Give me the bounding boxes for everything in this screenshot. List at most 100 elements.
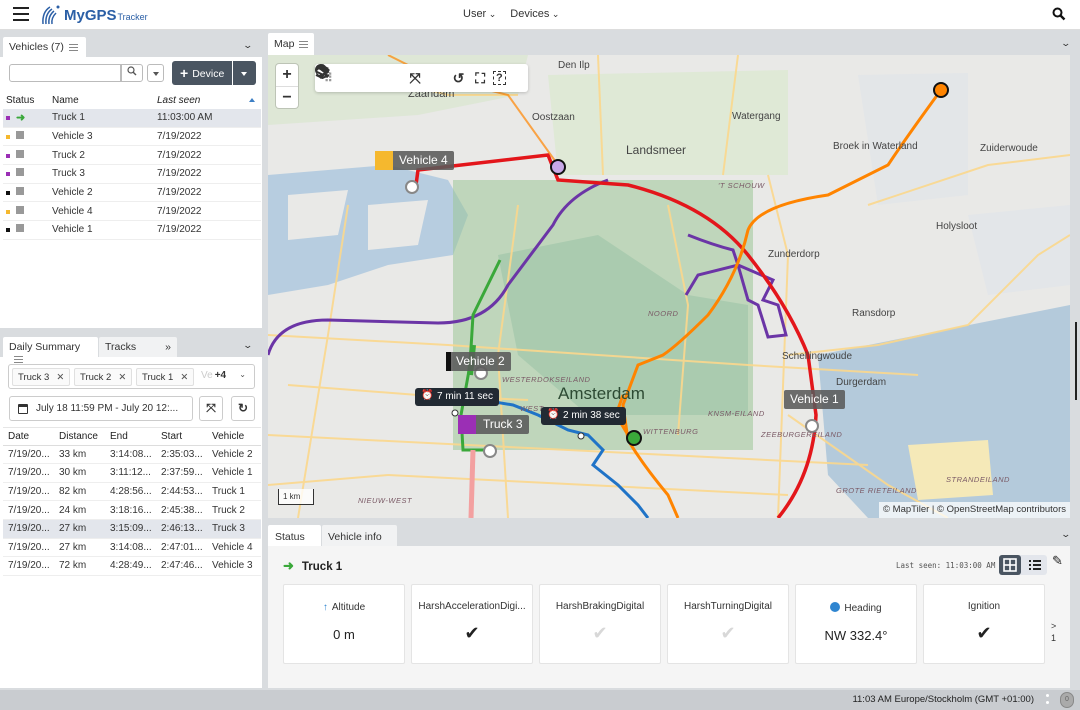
col-end[interactable]: End bbox=[105, 431, 156, 442]
menu-user[interactable]: User bbox=[463, 8, 496, 20]
app-logo[interactable]: MyGPS Tracker bbox=[40, 3, 148, 27]
vehicle-row[interactable]: ➜ Truck 1 11:03:00 AM bbox=[3, 109, 261, 128]
tab-tracks[interactable]: Tracks » bbox=[99, 337, 177, 357]
vehicle-row[interactable]: Vehicle 3 7/19/2022 bbox=[3, 128, 261, 147]
col-status[interactable]: Status bbox=[5, 95, 52, 106]
marker-orange[interactable] bbox=[933, 82, 949, 98]
tab-menu-icon[interactable] bbox=[14, 355, 23, 363]
cell-vehicle: Truck 2 bbox=[212, 504, 245, 516]
hamburger-menu-icon[interactable] bbox=[13, 7, 29, 21]
district-nieuw-west: NIEUW-WEST bbox=[358, 496, 413, 505]
tab-vehicles[interactable]: Vehicles (7) bbox=[3, 37, 86, 57]
last-seen-text: Last seen: 11:03:00 AM bbox=[896, 561, 996, 570]
col-last-seen[interactable]: Last seen bbox=[157, 95, 261, 106]
tab-menu-icon[interactable] bbox=[299, 40, 309, 48]
search-icon[interactable] bbox=[1052, 7, 1066, 21]
tab-map-label: Map bbox=[274, 38, 295, 50]
menu-devices[interactable]: Devices bbox=[510, 8, 559, 20]
map-label-vehicle-4[interactable]: Vehicle 4 bbox=[375, 151, 454, 170]
vehicle-row[interactable]: Vehicle 4 7/19/2022 bbox=[3, 202, 261, 222]
daily-summary-row[interactable]: 7/19/20... 72 km 4:28:49... 2:47:46... Vehic… bbox=[3, 557, 261, 576]
map-attribution[interactable]: © MapTiler | © OpenStreetMap contributor… bbox=[879, 502, 1070, 518]
add-device-dropdown[interactable] bbox=[233, 61, 256, 85]
map-label-vehicle-1[interactable]: Vehicle 1 bbox=[784, 390, 845, 409]
daily-summary-row[interactable]: 7/19/20... 33 km 3:14:08... 2:35:03... Vehic… bbox=[3, 446, 261, 465]
grid-view-button[interactable] bbox=[999, 555, 1021, 575]
col-date[interactable]: Date bbox=[3, 431, 54, 442]
page-scrollbar[interactable] bbox=[1075, 322, 1077, 400]
tab-status[interactable]: Status bbox=[268, 525, 321, 546]
fit-map-button[interactable]: ⤧ bbox=[199, 396, 223, 421]
district-noord: NOORD bbox=[648, 309, 679, 318]
col-name[interactable]: Name bbox=[52, 95, 157, 106]
marker-purple[interactable] bbox=[550, 159, 566, 175]
fullscreen-icon[interactable]: ⛶ bbox=[471, 69, 490, 88]
col-start[interactable]: Start bbox=[156, 431, 207, 442]
tab-vehicle-info[interactable]: Vehicle info bbox=[322, 525, 397, 546]
chevron-down-icon[interactable]: ⌄ bbox=[243, 340, 254, 351]
select-help-icon[interactable]: ? bbox=[492, 71, 507, 85]
fit-bounds-icon[interactable]: ⤧ bbox=[406, 69, 425, 88]
chevron-down-icon[interactable]: ⌄ bbox=[1061, 38, 1072, 49]
chevron-down-icon[interactable]: ⌄ bbox=[1061, 529, 1072, 540]
filter-dropdown-button[interactable] bbox=[147, 64, 164, 82]
tab-menu-icon[interactable] bbox=[68, 43, 78, 51]
more-options-icon[interactable] bbox=[1046, 694, 1050, 706]
more-tabs-icon[interactable]: » bbox=[165, 341, 171, 353]
daily-summary-row[interactable]: 7/19/20... 82 km 4:28:56... 2:44:53... Truck… bbox=[3, 483, 261, 502]
status-card-ignition: Ignition ✔ bbox=[923, 584, 1045, 664]
vehicle-row[interactable]: Vehicle 1 7/19/2022 bbox=[3, 221, 261, 240]
daily-summary-row[interactable]: 7/19/20... 27 km 3:14:08... 2:47:01... Vehic… bbox=[3, 539, 261, 558]
cell-end: 3:14:08... bbox=[110, 541, 152, 553]
refresh-button[interactable]: ↻ bbox=[231, 396, 255, 421]
add-device-button[interactable]: + Device bbox=[172, 61, 232, 85]
chevron-down-icon[interactable]: ⌄ bbox=[239, 370, 246, 379]
layers-icon[interactable] bbox=[315, 65, 528, 88]
notifications-badge[interactable]: 0 bbox=[1060, 692, 1074, 708]
marker-truck-1[interactable] bbox=[626, 430, 642, 446]
daily-summary-row[interactable]: 7/19/20... 27 km 3:15:09... 2:46:13... Truck… bbox=[3, 519, 261, 539]
remove-chip-icon[interactable]: ✕ bbox=[180, 372, 188, 383]
eraser-icon[interactable] bbox=[315, 64, 446, 88]
map-canvas[interactable]: Zaandam Oostzaan Den Ilp Watergang Lands… bbox=[268, 55, 1070, 518]
chevron-down-icon[interactable]: ⌄ bbox=[243, 40, 254, 51]
stop-duration-tooltip[interactable]: 2 min 38 sec bbox=[541, 407, 626, 425]
col-distance[interactable]: Distance bbox=[54, 431, 105, 442]
vehicle-row[interactable]: Truck 2 7/19/2022 bbox=[3, 146, 261, 166]
vehicle-multiselect[interactable]: Truck 3 ✕ Truck 2 ✕ Truck 1 ✕ Ve +4 ⌄ bbox=[8, 364, 255, 389]
zoom-in-button[interactable]: + bbox=[276, 64, 298, 86]
daily-summary-row[interactable]: 7/19/20... 24 km 3:18:16... 2:45:38... Truck… bbox=[3, 501, 261, 520]
tab-daily-summary[interactable]: Daily Summary bbox=[3, 337, 98, 363]
map-marker-icon[interactable] bbox=[315, 64, 360, 88]
vehicle-search-input[interactable] bbox=[9, 64, 121, 82]
chip-more-count[interactable]: Ve +4 bbox=[201, 370, 226, 381]
col-vehicle[interactable]: Vehicle bbox=[207, 431, 261, 442]
cards-pager[interactable]: >1 bbox=[1051, 620, 1056, 644]
cell-distance: 30 km bbox=[59, 467, 87, 479]
sort-asc-icon[interactable] bbox=[249, 98, 255, 102]
search-icon[interactable] bbox=[315, 64, 381, 88]
plus-icon: + bbox=[180, 65, 189, 81]
card-label-text: Ignition bbox=[967, 601, 1001, 612]
daily-summary-row[interactable]: 7/19/20... 30 km 3:11:12... 2:37:59... Vehic… bbox=[3, 464, 261, 483]
stop-duration-tooltip[interactable]: 7 min 11 sec bbox=[415, 388, 499, 406]
next-page-icon[interactable]: > bbox=[1051, 620, 1056, 632]
vehicle-row[interactable]: Truck 3 7/19/2022 bbox=[3, 165, 261, 184]
zoom-out-button[interactable]: − bbox=[276, 86, 298, 108]
cell-distance: 33 km bbox=[59, 448, 87, 460]
tab-map[interactable]: Map bbox=[268, 33, 315, 55]
vehicle-name: Vehicle 4 bbox=[52, 205, 93, 217]
remove-chip-icon[interactable]: ✕ bbox=[118, 372, 126, 383]
list-view-button[interactable] bbox=[1024, 555, 1046, 575]
vehicle-last-seen: 7/19/2022 bbox=[157, 168, 202, 180]
edit-icon[interactable]: ✎ bbox=[1052, 553, 1063, 569]
date-range-picker[interactable]: July 18 11:59 PM - July 20 12:... bbox=[9, 396, 193, 421]
map-label-truck-3[interactable]: Truck 3 bbox=[458, 415, 529, 434]
map-label-vehicle-2[interactable]: Vehicle 2 bbox=[446, 352, 511, 371]
undo-icon[interactable]: ↺ bbox=[449, 69, 468, 88]
search-button[interactable] bbox=[121, 64, 143, 82]
remove-chip-icon[interactable]: ✕ bbox=[56, 372, 64, 383]
stopped-icon bbox=[16, 168, 24, 177]
zoom-in-icon[interactable] bbox=[315, 64, 403, 88]
vehicle-row[interactable]: Vehicle 2 7/19/2022 bbox=[3, 184, 261, 203]
